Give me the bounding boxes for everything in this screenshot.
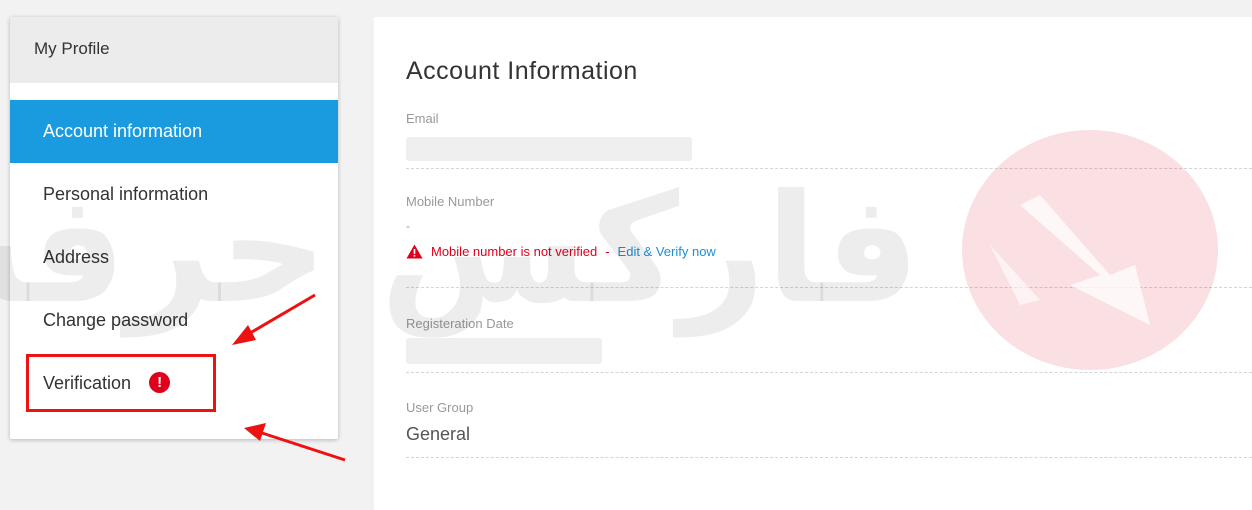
- mobile-number-label: Mobile Number: [406, 194, 495, 209]
- user-group-field: User Group General: [406, 400, 1252, 458]
- email-value-redacted: [406, 137, 692, 161]
- divider: [406, 457, 1252, 458]
- mobile-number-value: -: [406, 219, 410, 233]
- page-title: Account Information: [406, 57, 638, 85]
- warning-triangle-icon: [406, 244, 423, 262]
- email-label: Email: [406, 111, 439, 126]
- email-field: Email: [406, 111, 1252, 169]
- sidebar-header: My Profile: [10, 17, 338, 83]
- divider: [406, 372, 1252, 373]
- registration-date-redacted: [406, 338, 602, 364]
- sidebar-item-label: Address: [43, 247, 110, 267]
- user-group-value: General: [406, 424, 471, 444]
- sidebar-item-personal-information[interactable]: Personal information: [10, 163, 338, 226]
- sidebar-item-label: Personal information: [43, 184, 209, 204]
- sidebar-item-account-information[interactable]: Account information: [10, 100, 338, 163]
- registration-date-label: Registeration Date: [406, 316, 514, 331]
- divider: [406, 287, 1252, 288]
- registration-date-field: Registeration Date: [406, 316, 1252, 373]
- sidebar-item-label: Account information: [43, 121, 203, 141]
- sidebar-item-label: Change password: [43, 310, 189, 330]
- divider: [406, 168, 1252, 169]
- annotation-highlight-box: [26, 354, 216, 412]
- edit-verify-link[interactable]: Edit & Verify now: [618, 244, 716, 259]
- warning-separator: -: [605, 244, 610, 259]
- warning-text: Mobile number is not verified: [431, 244, 598, 259]
- user-group-label: User Group: [406, 400, 474, 415]
- sidebar-item-change-password[interactable]: Change password: [10, 289, 338, 352]
- mobile-verification-warning: Mobile number is not verified - Edit & Ver…: [406, 244, 716, 262]
- account-information-panel: Account Information Email Mobile Number …: [374, 17, 1252, 510]
- sidebar-item-address[interactable]: Address: [10, 226, 338, 289]
- mobile-number-field: Mobile Number - Mobile number is not ver…: [406, 194, 1252, 288]
